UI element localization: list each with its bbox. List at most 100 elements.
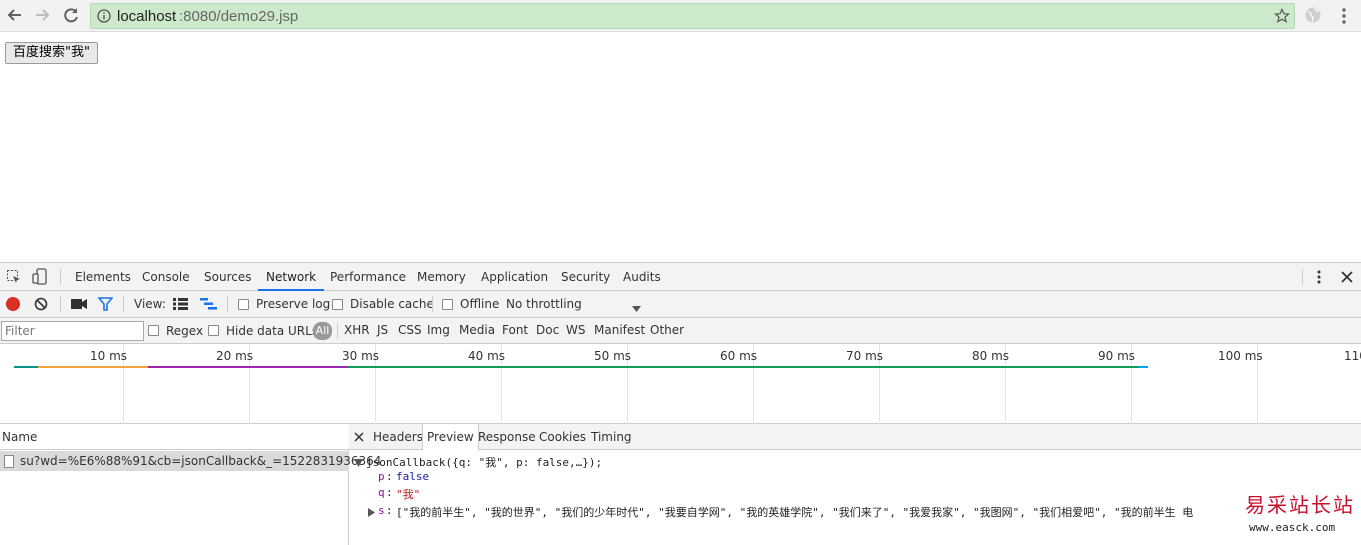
waterfall-icon[interactable] (200, 298, 217, 313)
disable-cache-checkbox[interactable] (332, 299, 343, 310)
large-rows-icon[interactable] (173, 298, 188, 313)
forward-icon[interactable] (31, 4, 53, 26)
tick-label: 70 ms (846, 349, 884, 363)
offline-checkbox[interactable] (442, 299, 453, 310)
separator (1302, 269, 1303, 285)
tick-label: 60 ms (720, 349, 758, 363)
document-icon (4, 455, 14, 468)
kebab-menu-icon[interactable] (1337, 6, 1351, 29)
network-filterbar: Regex Hide data URLs All XHR JS CSS Img … (0, 318, 1361, 344)
tab-audits[interactable]: Audits (623, 263, 661, 291)
info-icon[interactable] (97, 9, 111, 26)
clear-icon[interactable] (34, 297, 48, 314)
timing-ssl-bar (148, 366, 348, 368)
url-host: localhost (117, 8, 177, 25)
preview-key-q: q (378, 486, 385, 499)
offline-label: Offline (460, 297, 500, 311)
devtools-panel: Elements Console Sources Network Perform… (0, 262, 1361, 545)
disable-cache-label: Disable cache (350, 297, 434, 311)
type-filter-all[interactable]: All (313, 322, 332, 340)
address-bar[interactable]: localhost :8080/demo29.jsp (90, 3, 1295, 29)
tab-application[interactable]: Application (481, 263, 548, 291)
watermark: 易采站长站 www.easck.com (1243, 489, 1361, 544)
regex-checkbox[interactable] (148, 325, 159, 336)
colon: : (386, 470, 393, 483)
type-filter-css[interactable]: CSS (398, 323, 422, 337)
tab-timing[interactable]: Timing (591, 424, 632, 450)
timing-connect-bar (38, 366, 148, 368)
request-name: su?wd=%E6%88%91&cb=jsonCallback&_=152283… (20, 454, 382, 468)
view-label: View: (134, 297, 166, 311)
type-filter-doc[interactable]: Doc (536, 323, 559, 337)
globe-extension-icon[interactable] (1304, 6, 1322, 27)
request-details: Headers Preview Response Cookies Timing … (349, 424, 1361, 545)
filter-icon[interactable] (97, 297, 114, 314)
throttling-select[interactable]: No throttling (506, 297, 582, 311)
tick-label: 80 ms (972, 349, 1010, 363)
type-filter-font[interactable]: Font (502, 323, 528, 337)
reload-icon[interactable] (60, 4, 82, 26)
filter-input[interactable] (1, 321, 144, 341)
preserve-log-label: Preserve log (256, 297, 331, 311)
url-path: :8080/demo29.jsp (179, 8, 299, 25)
record-icon[interactable] (6, 297, 20, 311)
preview-key-s: s (378, 504, 385, 517)
timing-stalled-bar (14, 366, 38, 368)
tick-label: 50 ms (594, 349, 632, 363)
preserve-log-checkbox[interactable] (238, 299, 249, 310)
tab-elements[interactable]: Elements (75, 263, 131, 291)
tab-console[interactable]: Console (142, 263, 190, 291)
preview-key-p: p (378, 470, 385, 483)
regex-label: Regex (166, 324, 204, 338)
timing-download-bar (1138, 366, 1148, 368)
type-filter-img[interactable]: Img (427, 323, 450, 337)
preview-root: jsonCallback({q: "我", p: false,…}); (366, 456, 603, 469)
dropdown-arrow-icon[interactable] (632, 301, 641, 315)
tab-memory[interactable]: Memory (417, 263, 466, 291)
network-overview-timeline[interactable]: 10 ms 20 ms 30 ms 40 ms 50 ms 60 ms 70 m… (0, 344, 1361, 424)
preview-value-q: "我" (396, 488, 421, 501)
back-icon[interactable] (4, 4, 26, 26)
camera-icon[interactable] (71, 298, 87, 313)
tab-sources[interactable]: Sources (204, 263, 251, 291)
collapse-triangle-icon[interactable] (368, 506, 375, 520)
devtools-menu-icon[interactable] (1313, 269, 1325, 288)
tab-preview[interactable]: Preview (422, 424, 479, 451)
star-icon[interactable] (1274, 8, 1290, 27)
inspect-element-icon[interactable] (6, 269, 22, 288)
separator (123, 296, 124, 312)
details-tabbar: Headers Preview Response Cookies Timing (349, 424, 1361, 451)
tab-security[interactable]: Security (561, 263, 610, 291)
type-filter-media[interactable]: Media (459, 323, 495, 337)
name-column-header[interactable]: Name (0, 424, 349, 450)
tick-label: 20 ms (216, 349, 254, 363)
separator (227, 296, 228, 312)
separator (337, 323, 338, 339)
baidu-search-button[interactable]: 百度搜索"我" (5, 42, 98, 64)
close-details-icon[interactable] (354, 431, 364, 445)
tick-label: 10 ms (90, 349, 128, 363)
watermark-url: www.easck.com (1249, 521, 1336, 534)
expand-triangle-icon[interactable] (354, 456, 363, 470)
device-toolbar-icon[interactable] (32, 268, 48, 289)
tab-headers[interactable]: Headers (373, 424, 423, 450)
type-filter-manifest[interactable]: Manifest (594, 323, 645, 337)
tab-cookies[interactable]: Cookies (539, 424, 586, 450)
type-filter-ws[interactable]: WS (566, 323, 585, 337)
tab-performance[interactable]: Performance (330, 263, 406, 291)
type-filter-other[interactable]: Other (650, 323, 684, 337)
devtools-tabbar: Elements Console Sources Network Perform… (0, 263, 1361, 291)
tab-response[interactable]: Response (478, 424, 536, 450)
close-icon[interactable] (1340, 270, 1354, 287)
separator (432, 296, 433, 312)
request-row[interactable]: su?wd=%E6%88%91&cb=jsonCallback&_=152283… (0, 451, 381, 471)
name-header-label: Name (2, 430, 38, 444)
tab-network[interactable]: Network (258, 263, 325, 291)
type-filter-xhr[interactable]: XHR (344, 323, 370, 337)
colon: : (386, 504, 393, 517)
preview-value-p: false (396, 470, 430, 483)
separator (60, 296, 61, 312)
tick-label: 90 ms (1098, 349, 1136, 363)
hide-data-urls-checkbox[interactable] (208, 325, 219, 336)
type-filter-js[interactable]: JS (377, 323, 388, 337)
